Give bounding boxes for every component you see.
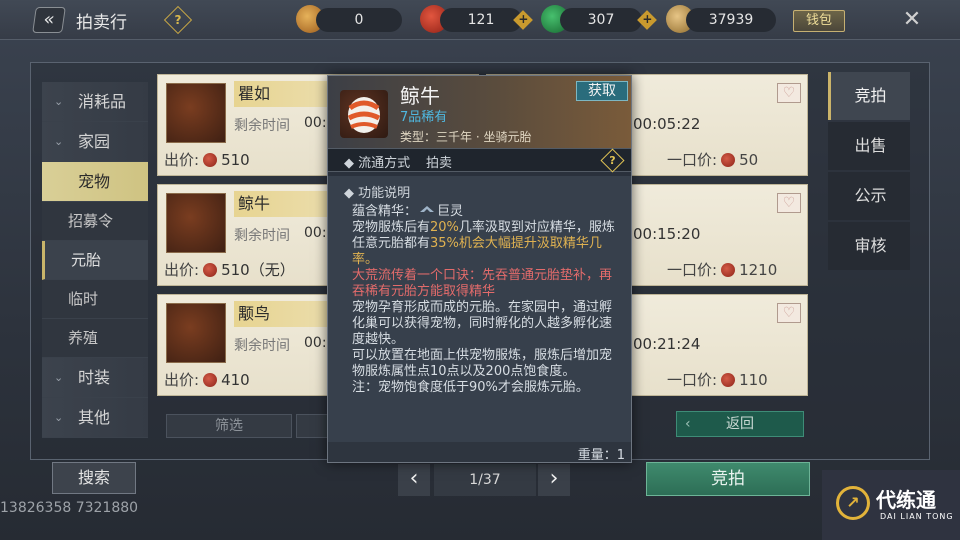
pet-embryo-image bbox=[166, 303, 226, 363]
time-value: 00:15:20 bbox=[633, 225, 701, 243]
auction-screen: « 拍卖行 ? 0 121 + 307 + 37939 钱包 ✕ ⌄ 消耗品 ⌄ 家… bbox=[0, 0, 960, 540]
tooltip-item-name: 鲸牛 bbox=[400, 84, 440, 108]
chevron-left-icon: ‹ bbox=[409, 466, 419, 491]
tab-review[interactable]: 审核 bbox=[828, 222, 910, 270]
buyout-price: 一口价: 50 bbox=[667, 151, 759, 169]
watermark-id: 13826358 7321880 bbox=[0, 500, 139, 516]
chevron-icon: ⌄ bbox=[54, 371, 64, 384]
buyout-price: 一口价: 110 bbox=[667, 371, 768, 389]
copper-coin-value: 0 bbox=[316, 8, 402, 32]
brand-logo: ↗ 代练通 DAI LIAN TONG bbox=[822, 470, 960, 540]
next-page-button[interactable]: › bbox=[538, 464, 570, 496]
tooltip-body: ◆ 功能说明 蕴含精华： 巨灵 宠物服炼后有20%几率汲取到对应精华，服炼任意元胎… bbox=[328, 176, 631, 442]
time-value: 00:21:24 bbox=[633, 335, 701, 353]
tab-public[interactable]: 公示 bbox=[828, 172, 910, 220]
sidebar-item-other[interactable]: ⌄ 其他 bbox=[42, 398, 148, 438]
top-bar: « 拍卖行 ? 0 121 + 307 + 37939 钱包 ✕ bbox=[0, 0, 960, 40]
bid-price: 出价: 510（无） bbox=[164, 261, 295, 279]
sidebar-item-consumables[interactable]: ⌄ 消耗品 bbox=[42, 82, 148, 122]
item-tooltip: 鲸牛 7品稀有 类型：三千年 · 坐骑元胎 获取 ◆ 流通方式 拍卖 ? ◆ 功… bbox=[327, 75, 632, 463]
favorite-heart-icon[interactable]: ♡ bbox=[777, 303, 801, 323]
tab-bid[interactable]: 竞拍 bbox=[828, 72, 910, 120]
buyout-price: 一口价: 1210 bbox=[667, 261, 778, 279]
wallet-button[interactable]: 钱包 bbox=[793, 10, 845, 32]
coin-icon bbox=[721, 373, 736, 387]
weight-text: 重量：1 bbox=[577, 448, 625, 463]
pet-embryo-image bbox=[166, 83, 226, 143]
giant-spirit-icon bbox=[420, 206, 435, 212]
filter-button[interactable]: 筛选 bbox=[166, 414, 292, 438]
favorite-heart-icon[interactable]: ♡ bbox=[777, 193, 801, 213]
brand-subtitle: DAI LIAN TONG bbox=[880, 512, 954, 521]
silver-value: 37939 bbox=[686, 8, 776, 32]
pet-embryo-image bbox=[340, 90, 388, 138]
function-description: 蕴含精华： 巨灵 宠物服炼后有20%几率汲取到对应精华，服炼任意元胎都有35%机会… bbox=[352, 204, 615, 395]
red-token-value: 121 bbox=[440, 8, 522, 32]
window-title: 拍卖行 bbox=[76, 13, 127, 33]
jade-value: 307 bbox=[560, 8, 642, 32]
tooltip-type: 类型：三千年 · 坐骑元胎 bbox=[400, 130, 532, 144]
chevron-icon: ⌄ bbox=[54, 135, 64, 148]
sidebar-sub-temporary[interactable]: 临时 bbox=[42, 280, 148, 319]
tab-sell[interactable]: 出售 bbox=[828, 122, 910, 170]
get-button[interactable]: 获取 bbox=[576, 81, 628, 101]
back-button[interactable]: « bbox=[32, 7, 66, 33]
circulation-row: ◆ 流通方式 拍卖 ? bbox=[328, 148, 631, 173]
sidebar-sub-embryo[interactable]: 元胎 bbox=[42, 241, 148, 280]
prev-page-button[interactable]: ‹ bbox=[398, 464, 430, 496]
function-header: ◆ 功能说明 bbox=[344, 186, 411, 201]
sidebar-item-pets[interactable]: 宠物 bbox=[42, 162, 148, 202]
close-button[interactable]: ✕ bbox=[896, 4, 928, 36]
sidebar-sub-recruit[interactable]: 招募令 bbox=[42, 202, 148, 241]
help-icon[interactable]: ? bbox=[600, 148, 625, 173]
time-value: 00:05:22 bbox=[633, 115, 701, 133]
help-icon[interactable]: ? bbox=[163, 5, 193, 35]
sidebar-sub-breeding[interactable]: 养殖 bbox=[42, 319, 148, 358]
add-jade-button[interactable]: + bbox=[637, 10, 657, 30]
close-icon: ✕ bbox=[902, 7, 922, 32]
page-indicator: 1/37 bbox=[434, 464, 536, 496]
coin-icon bbox=[203, 373, 218, 387]
circulation-label: ◆ 流通方式 bbox=[344, 156, 411, 171]
favorite-heart-icon[interactable]: ♡ bbox=[777, 83, 801, 103]
brand-mark-icon: ↗ bbox=[836, 486, 870, 520]
sidebar-item-fashion[interactable]: ⌄ 时装 bbox=[42, 358, 148, 398]
coin-icon bbox=[721, 153, 736, 167]
return-button[interactable]: ‹ 返回 bbox=[676, 411, 804, 437]
chevron-right-icon: › bbox=[549, 466, 559, 491]
time-label: 剩余时间 bbox=[234, 338, 290, 354]
time-label: 剩余时间 bbox=[234, 118, 290, 134]
tooltip-header: 鲸牛 7品稀有 类型：三千年 · 坐骑元胎 获取 bbox=[328, 76, 631, 148]
bid-button[interactable]: 竞拍 bbox=[646, 462, 810, 496]
circulation-value: 拍卖 bbox=[426, 156, 453, 171]
tooltip-footer: 重量：1 bbox=[328, 442, 631, 463]
coin-icon bbox=[721, 263, 736, 277]
pet-embryo-image bbox=[166, 193, 226, 253]
chevron-icon: ⌄ bbox=[54, 411, 64, 424]
arrow-left-icon: ‹ bbox=[685, 416, 691, 432]
tooltip-rarity: 7品稀有 bbox=[400, 110, 448, 125]
back-arrow-icon: « bbox=[42, 9, 57, 30]
category-sidebar: ⌄ 消耗品 ⌄ 家园 宠物 招募令 元胎 临时 养殖 ⌄ 时装 ⌄ 其他 bbox=[42, 82, 148, 438]
brand-name: 代练通 bbox=[876, 488, 936, 512]
bid-price: 出价: 410 bbox=[164, 371, 250, 389]
sidebar-item-home[interactable]: ⌄ 家园 bbox=[42, 122, 148, 162]
coin-icon bbox=[203, 263, 218, 277]
mode-tabs: 竞拍 出售 公示 审核 bbox=[828, 72, 910, 272]
bid-price: 出价: 510 bbox=[164, 151, 250, 169]
time-label: 剩余时间 bbox=[234, 228, 290, 244]
chevron-icon: ⌄ bbox=[54, 95, 64, 108]
search-button[interactable]: 搜索 bbox=[52, 462, 136, 494]
coin-icon bbox=[203, 153, 218, 167]
